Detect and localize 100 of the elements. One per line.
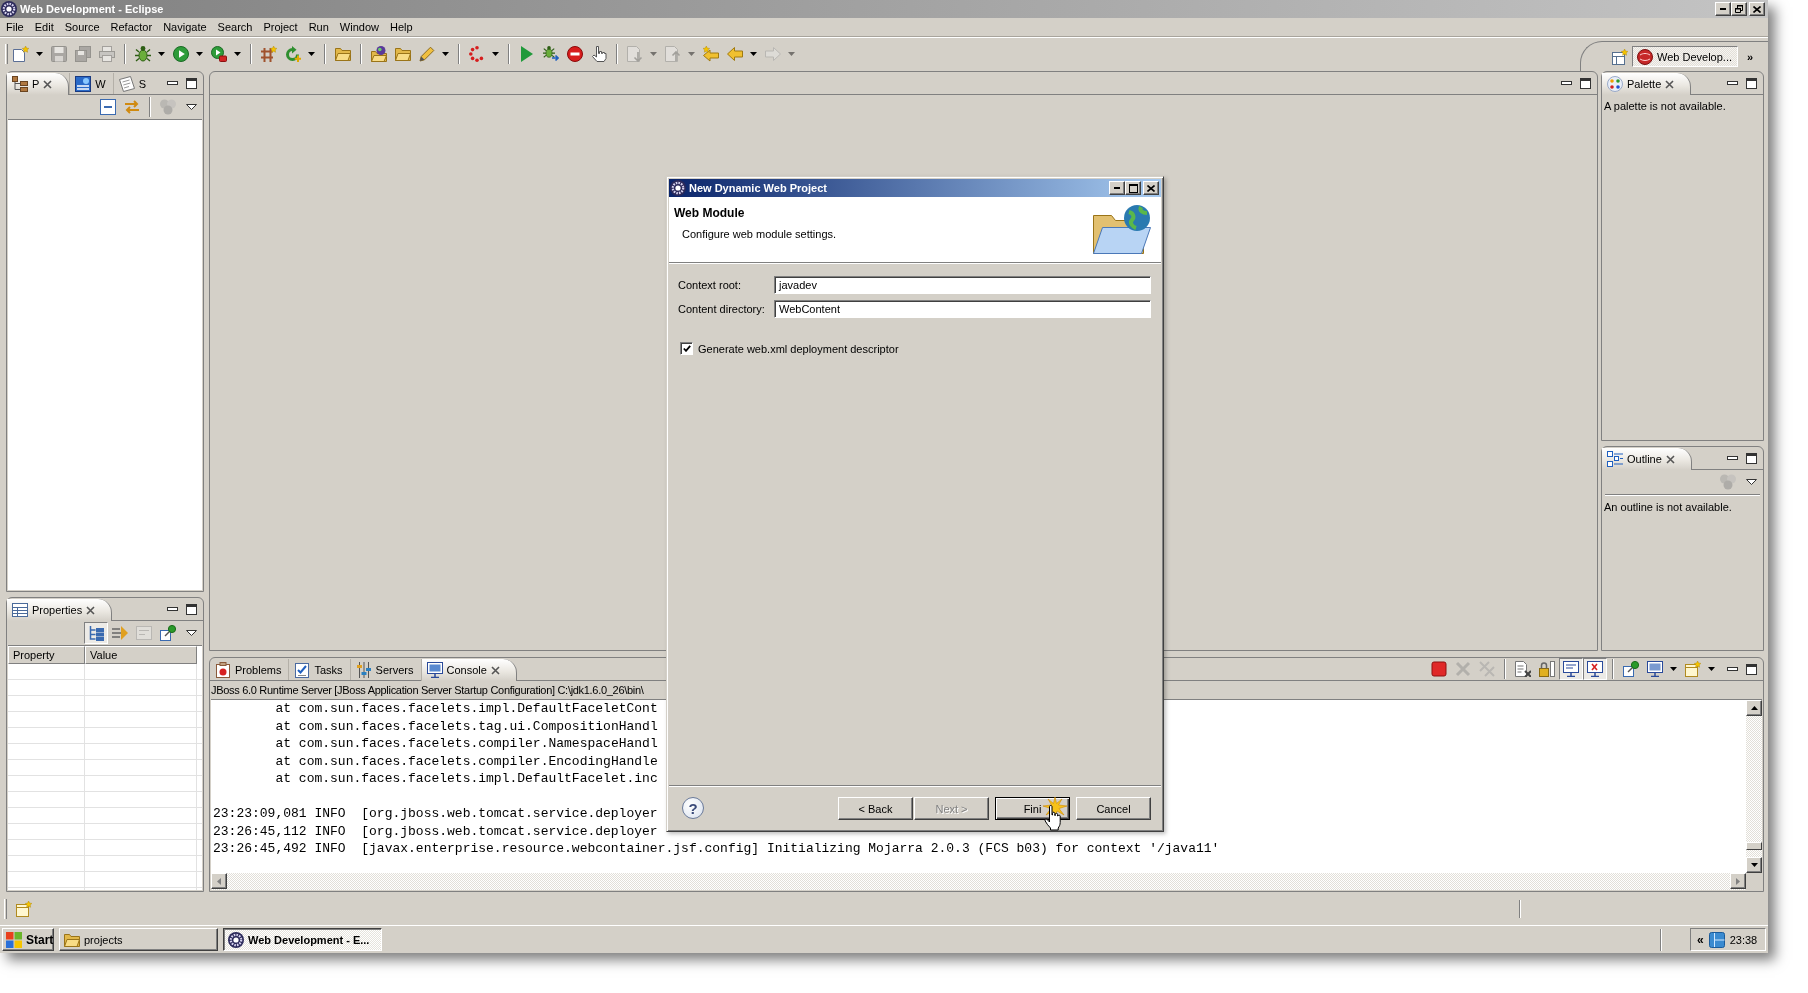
dotted-arc-icon[interactable]: [469, 46, 485, 62]
folder-icon[interactable]: [395, 46, 411, 62]
checkbox[interactable]: [680, 342, 693, 355]
window-icon[interactable]: [1708, 931, 1725, 948]
page-x-icon[interactable]: [1515, 661, 1531, 677]
menu-item[interactable]: Run: [302, 18, 334, 37]
perspective-button[interactable]: Web Develop...: [1632, 46, 1738, 67]
minimize-icon[interactable]: [1727, 667, 1738, 671]
grid-icon[interactable]: [261, 46, 277, 62]
stop-icon[interactable]: [1431, 661, 1447, 677]
close-icon[interactable]: [86, 605, 96, 615]
text-field[interactable]: javadev: [774, 276, 1151, 294]
monitor-icon[interactable]: [1647, 661, 1663, 677]
left-arrow-icon[interactable]: [727, 46, 743, 62]
dialog-button[interactable]: < Back: [838, 797, 913, 820]
caret-icon[interactable]: [36, 52, 43, 56]
dropdown-icon[interactable]: [186, 104, 197, 110]
caret-icon[interactable]: [308, 52, 315, 56]
caret-icon[interactable]: [492, 52, 499, 56]
maximize-icon[interactable]: [1580, 77, 1591, 89]
scroll-up-button[interactable]: [1746, 700, 1762, 716]
dialog-button[interactable]: Cancel: [1076, 797, 1151, 820]
dropdown-icon[interactable]: [1746, 479, 1757, 485]
menu-item[interactable]: Project: [257, 18, 303, 37]
view-tab[interactable]: Outline: [1602, 448, 1692, 470]
column-header[interactable]: Value: [85, 646, 197, 664]
folder-globe-icon[interactable]: [371, 46, 387, 62]
menu-item[interactable]: Source: [58, 18, 105, 37]
minimize-button[interactable]: [1715, 2, 1731, 16]
minimize-icon[interactable]: [1727, 81, 1738, 85]
help-button[interactable]: ?: [682, 797, 704, 819]
lock-icon[interactable]: [1539, 661, 1555, 677]
close-icon[interactable]: [43, 79, 53, 89]
folder-icon[interactable]: [335, 46, 351, 62]
run-icon[interactable]: [173, 46, 189, 62]
pin-icon[interactable]: [160, 625, 176, 641]
view-tab[interactable]: Servers: [349, 659, 421, 680]
minimize-icon[interactable]: [167, 607, 178, 611]
minimize-icon[interactable]: [1561, 81, 1572, 85]
caret-icon[interactable]: [196, 52, 203, 56]
maximize-icon[interactable]: [186, 77, 197, 89]
minimize-icon[interactable]: [1727, 456, 1738, 460]
caret-icon[interactable]: [442, 52, 449, 56]
close-button[interactable]: [1749, 2, 1765, 16]
circular-arrow-icon[interactable]: [285, 46, 301, 62]
menu-item[interactable]: Edit: [28, 18, 59, 37]
view-tab[interactable]: Console: [420, 659, 517, 681]
bug-icon[interactable]: [135, 46, 151, 62]
menu-item[interactable]: Help: [384, 18, 418, 37]
column-header[interactable]: Property: [8, 646, 85, 664]
menu-item[interactable]: File: [0, 18, 29, 37]
new-file-icon[interactable]: [13, 46, 29, 62]
star-arrow-icon[interactable]: [703, 46, 719, 62]
dropdown-icon[interactable]: [186, 630, 197, 636]
text-field[interactable]: WebContent: [774, 300, 1151, 318]
menu-item[interactable]: Search: [211, 18, 258, 37]
expand-button[interactable]: «: [1697, 932, 1704, 947]
close-icon[interactable]: [1665, 79, 1675, 89]
caret-icon[interactable]: [1670, 667, 1677, 671]
minus-box-icon[interactable]: [100, 99, 116, 115]
play-box-icon[interactable]: [211, 46, 227, 62]
close-icon[interactable]: [1665, 454, 1675, 464]
vertical-scrollbar[interactable]: [1746, 700, 1762, 873]
pin-icon[interactable]: [1623, 661, 1639, 677]
view-tab[interactable]: S: [112, 73, 154, 94]
scroll-down-button[interactable]: [1746, 857, 1762, 873]
view-tab[interactable]: Properties: [7, 599, 113, 621]
menu-item[interactable]: Navigate: [157, 18, 212, 37]
stop-icon[interactable]: [567, 46, 583, 62]
menu-item[interactable]: Window: [333, 18, 384, 37]
view-tab[interactable]: Tasks: [288, 659, 350, 680]
restore-button[interactable]: [1731, 2, 1747, 16]
taskbar-button[interactable]: Web Development - E...: [223, 928, 382, 951]
close-button[interactable]: [1143, 181, 1159, 195]
caret-icon[interactable]: [158, 52, 165, 56]
menu-item[interactable]: Refactor: [104, 18, 158, 37]
minimize-button[interactable]: [1109, 181, 1125, 195]
horizontal-scrollbar[interactable]: [211, 873, 1746, 890]
maximize-icon[interactable]: [1746, 452, 1757, 464]
view-tab[interactable]: P: [7, 73, 70, 95]
view-tab[interactable]: Problems: [210, 659, 289, 680]
minimize-icon[interactable]: [167, 81, 178, 85]
close-icon[interactable]: [490, 665, 500, 675]
view-tab[interactable]: W: [69, 73, 113, 94]
scrollbar-thumb[interactable]: [1746, 842, 1762, 850]
caret-icon[interactable]: [234, 52, 241, 56]
bug-arrow-icon[interactable]: [543, 46, 559, 62]
scroll-left-button[interactable]: [211, 873, 227, 889]
scroll-right-button[interactable]: [1730, 873, 1746, 889]
caret-icon[interactable]: [1708, 667, 1715, 671]
hand-icon[interactable]: [591, 46, 607, 62]
taskbar-button[interactable]: projects: [59, 928, 218, 951]
maximize-icon[interactable]: [1746, 663, 1757, 675]
more-button[interactable]: »: [1747, 50, 1754, 63]
start-button[interactable]: Start: [2, 928, 54, 951]
maximize-button[interactable]: [1125, 181, 1141, 195]
maximize-icon[interactable]: [186, 603, 197, 615]
maximize-icon[interactable]: [1746, 77, 1757, 89]
pencil-icon[interactable]: [419, 46, 435, 62]
view-tab[interactable]: Palette: [1602, 73, 1692, 95]
